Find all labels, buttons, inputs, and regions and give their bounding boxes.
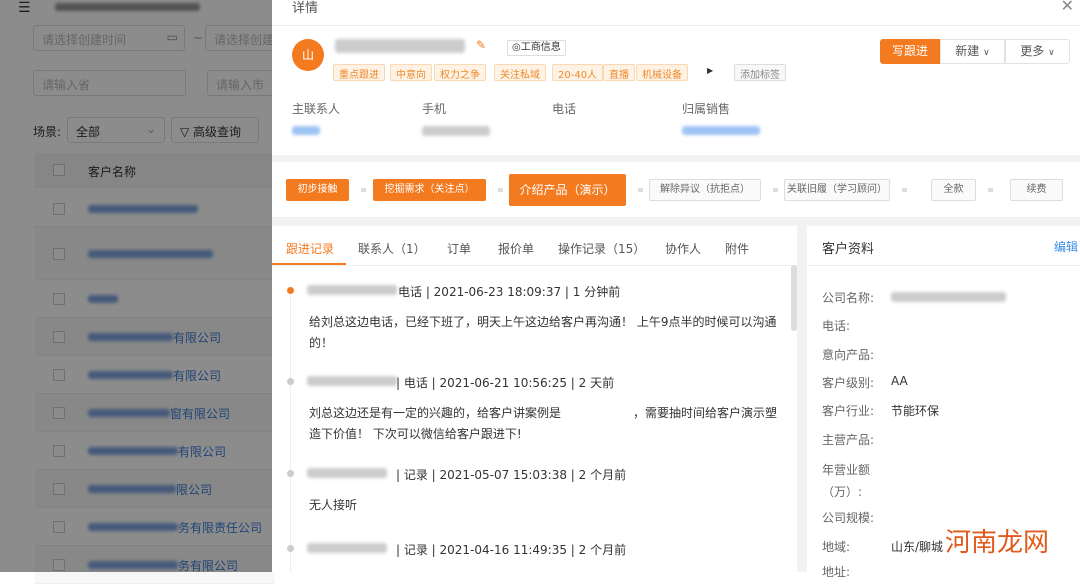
- divider: [272, 25, 1080, 26]
- chevron-down-icon: ∨: [983, 48, 990, 58]
- record-meta: 电话 | 2021-06-23 18:09:37 | 1 分钟前: [398, 285, 621, 299]
- customer-tag[interactable]: 关注私域: [494, 64, 546, 81]
- profile-field-label: 电话:: [822, 319, 851, 333]
- stage-separator: [638, 188, 643, 192]
- sales-owner-label: 归属销售: [682, 102, 731, 116]
- stage-step[interactable]: 介绍产品（演示）: [509, 174, 626, 206]
- shield-icon: ◎: [512, 42, 521, 53]
- stage-step[interactable]: 挖掘需求（关注点）: [373, 179, 486, 201]
- blurred-company-name: [891, 292, 1006, 302]
- blurred-author: [307, 376, 397, 386]
- blurred-author: [307, 543, 387, 553]
- profile-field-label: 客户级别:: [822, 376, 875, 390]
- stage-step[interactable]: 续费: [1010, 179, 1063, 201]
- record-body: 刘总这边还是有一定的兴趣的，给客户讲案例是 ，需要抽时间给客户演示塑造下价值！ …: [309, 406, 778, 441]
- profile-divider: [807, 265, 1080, 266]
- timeline-scrollbar[interactable]: [791, 265, 797, 331]
- profile-field-label: 地域:: [822, 540, 851, 554]
- tab-3[interactable]: 报价单: [498, 240, 534, 257]
- section-divider: [272, 155, 1080, 162]
- tab-1[interactable]: 联系人（1）: [358, 240, 426, 257]
- profile-field-value: AA: [891, 374, 908, 388]
- blurred-mobile: [422, 126, 490, 136]
- stage-separator: [498, 188, 503, 192]
- customer-tag[interactable]: 重点跟进: [333, 64, 385, 81]
- record-meta: | 电话 | 2021-06-21 10:56:25 | 2 天前: [396, 376, 615, 390]
- chevron-down-icon: ∨: [1048, 48, 1055, 58]
- blurred-main-contact: [292, 126, 320, 135]
- blurred-sales-owner: [682, 126, 760, 135]
- timeline-dot: [287, 378, 294, 385]
- more-dropdown-button[interactable]: 更多 ∨: [1005, 39, 1070, 64]
- avatar: 山: [292, 39, 324, 71]
- profile-title: 客户资料: [822, 242, 875, 257]
- tab-5[interactable]: 协作人: [665, 240, 701, 257]
- tab-2[interactable]: 订单: [447, 240, 471, 257]
- timeline-dot: [287, 287, 294, 294]
- record-body: 给刘总这边电话，已经下班了，明天上午这边给客户再沟通！ 上午9点半的时候可以沟通…: [309, 315, 777, 350]
- blurred-author: [307, 285, 397, 295]
- more-label: 更多: [1020, 44, 1045, 58]
- watermark: 河南龙网: [945, 522, 1049, 559]
- profile-field-value: 节能环保: [891, 404, 940, 418]
- add-tag-button[interactable]: 添加标签: [734, 64, 786, 81]
- close-icon[interactable]: ✕: [1061, 0, 1074, 15]
- profile-field-label: 公司规模:: [822, 511, 875, 525]
- mobile-label: 手机: [422, 102, 447, 116]
- record-body: 无人接听: [309, 498, 358, 512]
- drawer-title: 详情: [292, 1, 319, 16]
- customer-tag[interactable]: 权力之争: [434, 64, 486, 81]
- watermark-text: 河南龙网: [945, 528, 1050, 558]
- customer-tag[interactable]: 直播: [603, 64, 635, 81]
- edit-pencil-icon[interactable]: ✎: [476, 38, 486, 52]
- write-followup-button[interactable]: 写跟进: [880, 39, 940, 64]
- timeline-dot: [287, 545, 294, 552]
- tab-0[interactable]: 跟进记录: [286, 240, 334, 257]
- customer-tag[interactable]: 中意向: [390, 64, 432, 81]
- stage-separator: [988, 188, 993, 192]
- tab-4[interactable]: 操作记录（15）: [558, 240, 645, 257]
- tab-6[interactable]: 附件: [725, 240, 749, 257]
- main-contact-label: 主联系人: [292, 102, 341, 116]
- phone-label: 电话: [552, 102, 577, 116]
- timeline-line: [290, 295, 291, 572]
- business-info-button[interactable]: ◎工商信息: [507, 40, 566, 56]
- column-gap: [797, 226, 807, 572]
- record-meta: | 记录 | 2021-05-07 15:03:38 | 2 个月前: [396, 468, 627, 482]
- stage-separator: [773, 188, 778, 192]
- new-dropdown-button[interactable]: 新建 ∨: [940, 39, 1005, 64]
- edit-profile-link[interactable]: 编辑: [1054, 238, 1078, 255]
- stage-step[interactable]: 解除异议（抗拒点）: [649, 179, 761, 201]
- blurred-author: [307, 468, 387, 478]
- profile-field-label: 客户行业:: [822, 404, 875, 418]
- profile-field-label: 年营业额（万）:: [822, 463, 871, 499]
- modal-mask[interactable]: [0, 0, 272, 572]
- timeline-dot: [287, 470, 294, 477]
- profile-field-label: 意向产品:: [822, 348, 875, 362]
- tabs-divider: [272, 265, 797, 266]
- new-label: 新建: [955, 44, 980, 58]
- profile-field-label: 公司名称:: [822, 291, 875, 305]
- stage-separator: [902, 188, 907, 192]
- stage-separator: [361, 188, 366, 192]
- customer-tag[interactable]: 机械设备: [636, 64, 688, 81]
- blurred-company-name: [335, 39, 465, 53]
- stage-step[interactable]: 初步接触: [286, 179, 349, 201]
- section-divider: [272, 217, 1080, 226]
- customer-tag[interactable]: 20-40人: [552, 64, 604, 81]
- record-meta: | 记录 | 2021-04-16 11:49:35 | 2 个月前: [396, 543, 627, 557]
- stage-step[interactable]: 关联旧履（学习顾问）: [784, 179, 890, 201]
- stage-step[interactable]: 全款: [931, 179, 976, 201]
- business-info-label: 工商信息: [520, 42, 561, 53]
- caret-right-icon[interactable]: ▶: [707, 66, 713, 75]
- profile-field-label: 主营产品:: [822, 433, 875, 447]
- profile-field-value: 山东/聊城: [891, 540, 944, 554]
